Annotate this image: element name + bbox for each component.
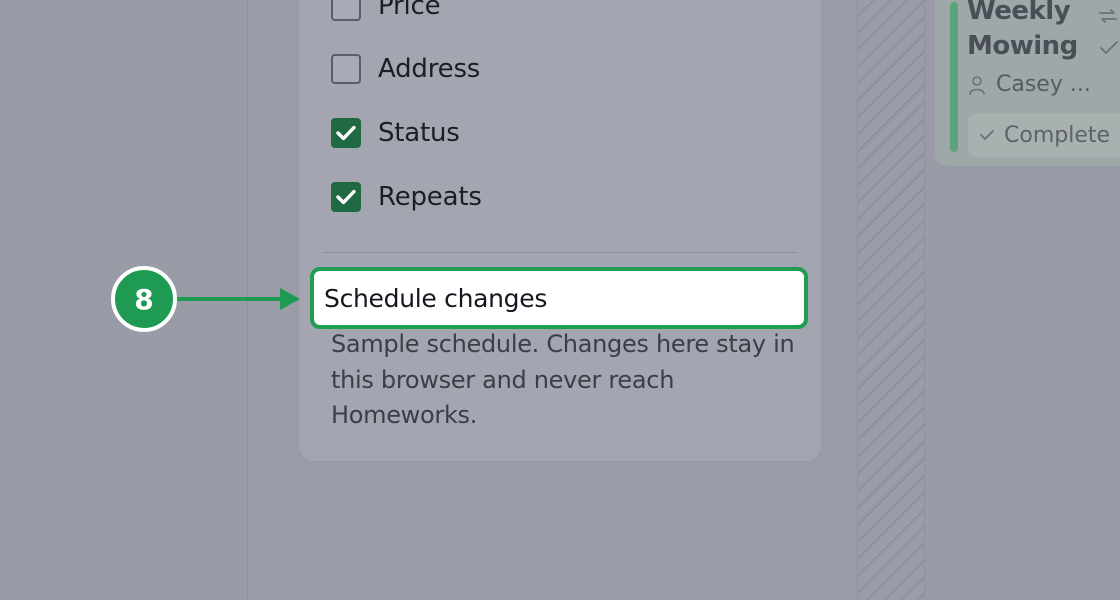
check-icon (1098, 38, 1120, 63)
check-icon (980, 130, 994, 140)
job-status-label: Complete (1004, 122, 1111, 148)
repeat-icon (1096, 4, 1120, 33)
field-option-repeats[interactable]: Repeats (331, 181, 482, 213)
job-card-accent-bar (950, 2, 958, 152)
checkmark-icon (336, 189, 356, 205)
panel-divider (322, 252, 798, 253)
field-option-label: Status (378, 118, 460, 148)
tour-pointer-arrow-icon (177, 288, 300, 310)
checkmark-icon (336, 125, 356, 141)
address-checkbox[interactable] (331, 54, 361, 84)
job-card-title: Weekly Mowing (967, 0, 1078, 61)
tour-step-badge: 8 (111, 266, 177, 332)
field-option-label: Price (378, 0, 441, 21)
schedule-changes-heading: Schedule changes (310, 267, 808, 329)
job-status-pill[interactable]: Complete (968, 113, 1120, 157)
hatched-divider-column (857, 0, 925, 600)
field-option-address[interactable]: Address (331, 53, 480, 85)
field-option-label: Repeats (378, 182, 482, 212)
job-card-assignee: Casey ... (968, 72, 1091, 97)
status-checkbox[interactable] (331, 118, 361, 148)
schedule-changes-title: Schedule changes (324, 283, 548, 313)
field-option-price[interactable]: Price (331, 0, 441, 22)
field-option-label: Address (378, 54, 481, 84)
assignee-name: Casey ... (996, 72, 1091, 97)
field-option-status[interactable]: Status (331, 117, 460, 149)
repeats-checkbox[interactable] (331, 182, 361, 212)
price-checkbox[interactable] (331, 0, 361, 21)
person-icon (969, 75, 985, 95)
schedule-changes-description: Sample schedule. Changes here stay in th… (331, 330, 795, 429)
